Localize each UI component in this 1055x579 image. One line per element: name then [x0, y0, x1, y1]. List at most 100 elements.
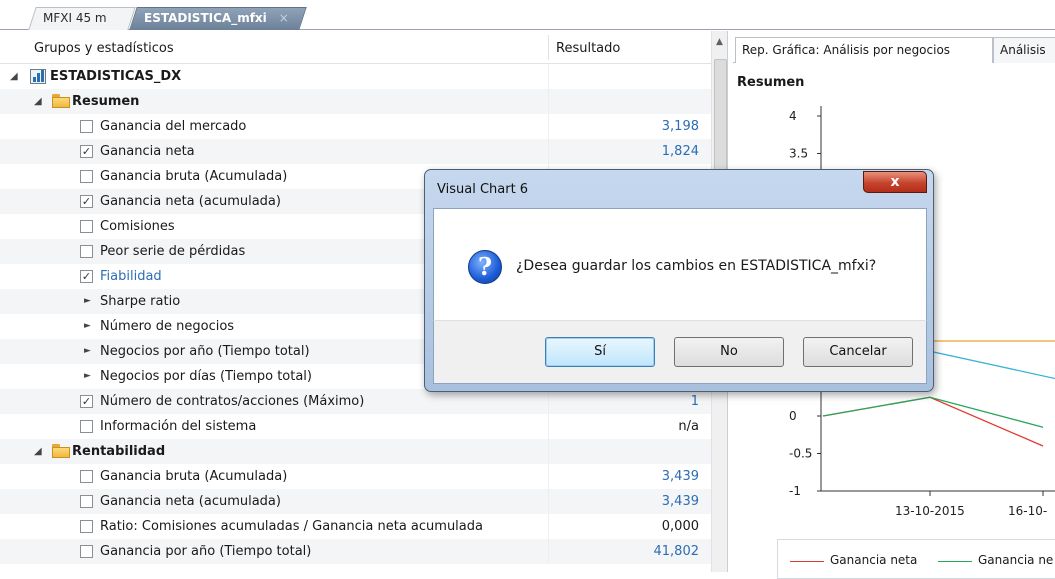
- tab-analisis[interactable]: Análisis: [993, 37, 1055, 63]
- chart-legend: Ganancia neta Ganancia ne: [777, 539, 1055, 579]
- legend-swatch-ganancia-neta: [790, 561, 824, 562]
- folder-icon: [52, 94, 70, 108]
- tree-row[interactable]: ✓ Número de contratos/acciones (Máximo) 1: [0, 389, 711, 414]
- tree-row[interactable]: Ganancia del mercado 3,198: [0, 114, 711, 139]
- statistic-label: Ganancia bruta (Acumulada): [100, 169, 288, 184]
- y-tick-label: -1: [789, 484, 801, 498]
- dialog-button-bar: Sí No Cancelar: [433, 320, 927, 384]
- series-line: [822, 396, 1044, 428]
- chart-tab-strip: Rep. Gráfica: Análisis por negocios Anál…: [733, 37, 1055, 63]
- statistic-label: Ganancia neta (acumulada): [100, 194, 281, 209]
- tab-mfxi-45m[interactable]: MFXI 45 m: [28, 7, 136, 30]
- legend-swatch-ganancia-ne: [938, 561, 972, 562]
- x-tick-label: 16-10-: [1008, 504, 1047, 518]
- group-label: Resumen: [72, 94, 140, 109]
- statistic-label: Ganancia bruta (Acumulada): [100, 469, 288, 484]
- column-header-result[interactable]: Resultado: [556, 41, 620, 56]
- statistic-label: Ganancia del mercado: [100, 119, 247, 134]
- expand-triangle-icon[interactable]: ◢: [34, 439, 42, 464]
- tree-root-label: ESTADISTICAS_DX: [50, 69, 182, 84]
- dialog-close-button[interactable]: x: [863, 171, 927, 193]
- chart-title: Resumen: [737, 75, 805, 90]
- statistic-label: Ratio: Comisiones acumuladas / Ganancia …: [100, 519, 483, 534]
- scroll-thumb[interactable]: [714, 59, 727, 179]
- document-tab-strip: MFXI 45 m ESTADISTICA_mfxi ×: [0, 0, 1055, 30]
- result-value: 1,824: [661, 144, 699, 159]
- collapsed-triangle-icon[interactable]: ►: [84, 339, 91, 364]
- statistic-label: Ganancia neta: [100, 144, 195, 159]
- checkbox[interactable]: [80, 245, 93, 258]
- tree-row[interactable]: ◢ Resumen: [0, 89, 711, 114]
- tree-row[interactable]: Ratio: Comisiones acumuladas / Ganancia …: [0, 514, 711, 539]
- folder-icon: [52, 444, 70, 458]
- dialog-message: ¿Desea guardar los cambios en ESTADISTIC…: [516, 258, 877, 274]
- checkbox[interactable]: [80, 420, 93, 433]
- result-value: 1: [690, 394, 699, 409]
- result-value: 3,439: [661, 469, 699, 484]
- result-value: 3,198: [661, 119, 699, 134]
- statistic-label: Negocios por días (Tiempo total): [100, 369, 312, 384]
- statistic-label: Negocios por año (Tiempo total): [100, 344, 310, 359]
- expand-triangle-icon[interactable]: ◢: [34, 89, 42, 114]
- statistics-icon: [30, 69, 46, 84]
- tree-row[interactable]: Ganancia por año (Tiempo total) 41,802: [0, 539, 711, 564]
- checkbox[interactable]: [80, 220, 93, 233]
- statistic-label: Peor serie de pérdidas: [100, 244, 246, 259]
- tree-row[interactable]: ◢ Rentabilidad: [0, 439, 711, 464]
- checkbox[interactable]: ✓: [80, 195, 93, 208]
- tree-row[interactable]: ◢ ESTADISTICAS_DX: [0, 64, 711, 89]
- tree-row[interactable]: Ganancia neta (acumulada) 3,439: [0, 489, 711, 514]
- checkbox[interactable]: ✓: [80, 395, 93, 408]
- tab-estadistica-mfxi[interactable]: ESTADISTICA_mfxi ×: [129, 7, 307, 30]
- y-tick-label: 4: [789, 109, 797, 123]
- dialog-title: Visual Chart 6: [437, 182, 529, 197]
- collapsed-triangle-icon[interactable]: ►: [84, 364, 91, 389]
- x-tick-label: 13-10-2015: [895, 504, 965, 518]
- result-value: 0,000: [661, 519, 699, 534]
- series-line: [822, 396, 1044, 447]
- result-value: n/a: [678, 419, 699, 434]
- tab-label: ESTADISTICA_mfxi: [144, 11, 267, 25]
- statistic-label: Ganancia por año (Tiempo total): [100, 544, 312, 559]
- statistic-label: Sharpe ratio: [100, 294, 181, 309]
- statistic-label: Ganancia neta (acumulada): [100, 494, 281, 509]
- question-icon: ?: [468, 250, 502, 284]
- no-button[interactable]: No: [674, 337, 784, 367]
- column-header-groups[interactable]: Grupos y estadísticos: [34, 41, 174, 56]
- tree-row[interactable]: Ganancia bruta (Acumulada) 3,439: [0, 464, 711, 489]
- cancel-button[interactable]: Cancelar: [803, 337, 913, 367]
- y-tick-label: -0.5: [789, 447, 812, 461]
- y-tick-label: 3.5: [789, 147, 808, 161]
- checkbox[interactable]: ✓: [80, 145, 93, 158]
- y-tick-label: 0: [789, 409, 797, 423]
- save-changes-dialog: Visual Chart 6 x ? ¿Desea guardar los ca…: [424, 169, 934, 392]
- tab-label: MFXI 45 m: [43, 11, 107, 25]
- checkbox[interactable]: [80, 520, 93, 533]
- expand-triangle-icon[interactable]: ◢: [10, 64, 18, 89]
- statistic-label: Número de negocios: [100, 319, 235, 334]
- yes-button[interactable]: Sí: [545, 337, 655, 367]
- statistic-label: Información del sistema: [100, 419, 257, 434]
- checkbox[interactable]: [80, 470, 93, 483]
- statistic-label: Fiabilidad: [100, 269, 162, 284]
- scroll-up-icon[interactable]: ▲: [716, 37, 723, 47]
- statistic-label: Comisiones: [100, 219, 175, 234]
- checkbox[interactable]: ✓: [80, 270, 93, 283]
- tree-row[interactable]: Información del sistema n/a: [0, 414, 711, 439]
- result-value: 41,802: [653, 544, 700, 559]
- collapsed-triangle-icon[interactable]: ►: [84, 314, 91, 339]
- checkbox[interactable]: [80, 120, 93, 133]
- statistic-label: Número de contratos/acciones (Máximo): [100, 394, 365, 409]
- checkbox[interactable]: [80, 170, 93, 183]
- dialog-message-area: ? ¿Desea guardar los cambios en ESTADIST…: [433, 208, 927, 320]
- tab-rep-grafica[interactable]: Rep. Gráfica: Análisis por negocios: [735, 37, 993, 63]
- legend-label-ganancia-ne: Ganancia ne: [978, 553, 1054, 567]
- tree-row[interactable]: ✓ Ganancia neta 1,824: [0, 139, 711, 164]
- group-label: Rentabilidad: [72, 444, 166, 459]
- result-value: 3,439: [661, 494, 699, 509]
- legend-label-ganancia-neta: Ganancia neta: [830, 553, 918, 567]
- collapsed-triangle-icon[interactable]: ►: [84, 289, 91, 314]
- checkbox[interactable]: [80, 495, 93, 508]
- checkbox[interactable]: [80, 545, 93, 558]
- close-icon[interactable]: ×: [279, 11, 289, 25]
